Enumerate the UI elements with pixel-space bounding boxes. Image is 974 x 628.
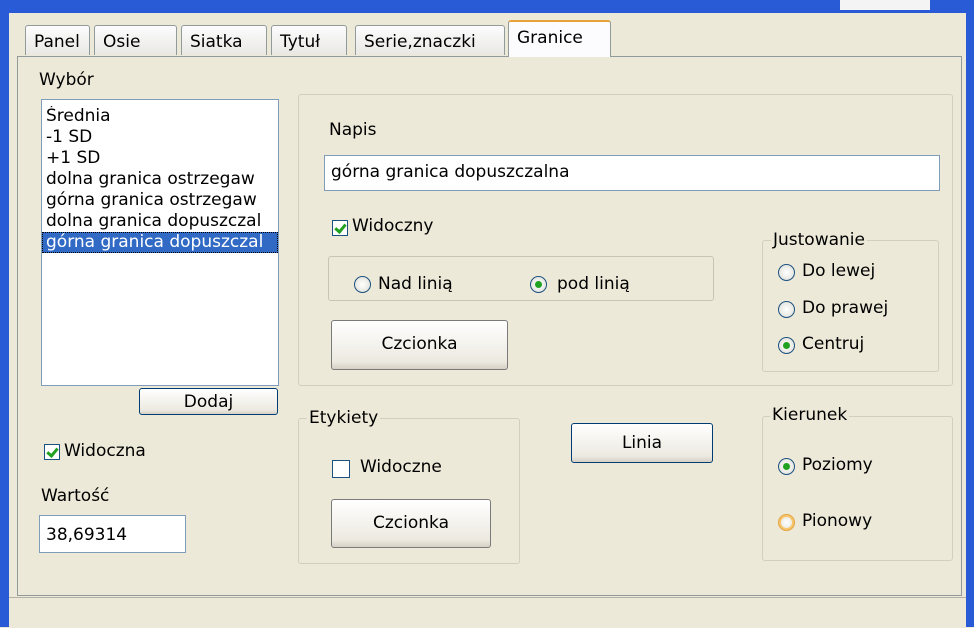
justify-right-label: Do prawej [802,298,889,318]
value-label: Wartość [41,486,110,506]
labels-font-label: Czcionka [372,513,449,533]
tab-siatka[interactable]: Siatka [181,25,267,55]
list-item[interactable]: Średnia [42,106,278,127]
direction-vertical-label: Pionowy [802,511,873,531]
labels-font-button[interactable]: Czcionka [331,499,491,548]
tab-label: Serie,znaczki [364,32,476,52]
justify-left-radio[interactable] [778,264,795,281]
list-item[interactable]: górna granica ostrzegaw [42,190,278,211]
justify-center-label: Centruj [802,334,865,354]
list-item[interactable]: +1 SD [42,148,278,169]
add-button-label: Dodaj [183,392,234,412]
window-right-border [966,0,974,627]
tab-label: Panel [34,32,80,52]
labels-visible-label: Widoczne [360,457,442,477]
status-bar [9,597,966,628]
title-bar-controls [840,0,930,10]
justify-right-radio[interactable] [778,301,795,318]
tab-tytul[interactable]: Tytuł [271,25,347,55]
labels-legend: Etykiety [307,408,381,428]
selection-listbox[interactable]: Średnia -1 SD +1 SD dolna granica ostrze… [41,99,279,386]
caption-visible-label: Widoczny [352,216,434,236]
direction-horizontal-radio[interactable] [778,458,795,475]
list-item[interactable]: dolna granica ostrzegaw [42,169,278,190]
caption-input[interactable]: górna granica dopuszczalna [324,155,940,191]
caption-input-text: górna granica dopuszczalna [331,162,570,182]
above-line-radio[interactable] [354,276,371,293]
visible-checkbox-label: Widoczna [64,441,146,461]
value-input-text: 38,69314 [46,525,128,545]
direction-group [762,416,953,561]
tab-osie[interactable]: Osie [94,25,177,55]
window-title-bar [0,0,974,13]
value-input[interactable]: 38,69314 [39,515,186,553]
below-line-radio[interactable] [530,276,547,293]
add-button[interactable]: Dodaj [139,388,278,415]
line-button-label: Linia [621,433,663,453]
direction-horizontal-label: Poziomy [802,455,873,475]
justify-center-radio[interactable] [778,337,795,354]
tab-label: Granice [517,28,583,48]
list-item[interactable]: dolna granica dopuszczal [42,211,278,232]
justify-legend: Justowanie [771,230,867,250]
tab-granice[interactable]: Granice [508,20,611,57]
visible-checkbox[interactable] [44,444,60,460]
below-line-label: pod linią [557,274,630,294]
list-item[interactable]: -1 SD [42,127,278,148]
direction-vertical-radio[interactable] [778,514,795,531]
direction-legend: Kierunek [770,405,850,425]
selection-label: Wybór [39,70,94,90]
tab-serie-znaczki[interactable]: Serie,znaczki [355,25,505,55]
tab-label: Tytuł [280,32,321,52]
caption-font-button[interactable]: Czcionka [331,320,508,370]
line-button[interactable]: Linia [571,423,713,463]
caption-font-label: Czcionka [381,334,458,354]
caption-visible-checkbox[interactable] [332,220,348,236]
labels-visible-checkbox[interactable] [332,460,350,478]
list-item-selected[interactable]: górna granica dopuszczal [42,232,278,253]
justify-left-label: Do lewej [802,261,876,281]
caption-label: Napis [329,120,377,140]
tab-label: Siatka [190,32,243,52]
above-line-label: Nad linią [378,274,453,294]
window-left-border [0,0,9,627]
tab-label: Osie [103,32,141,52]
tab-panel[interactable]: Panel [25,25,90,55]
